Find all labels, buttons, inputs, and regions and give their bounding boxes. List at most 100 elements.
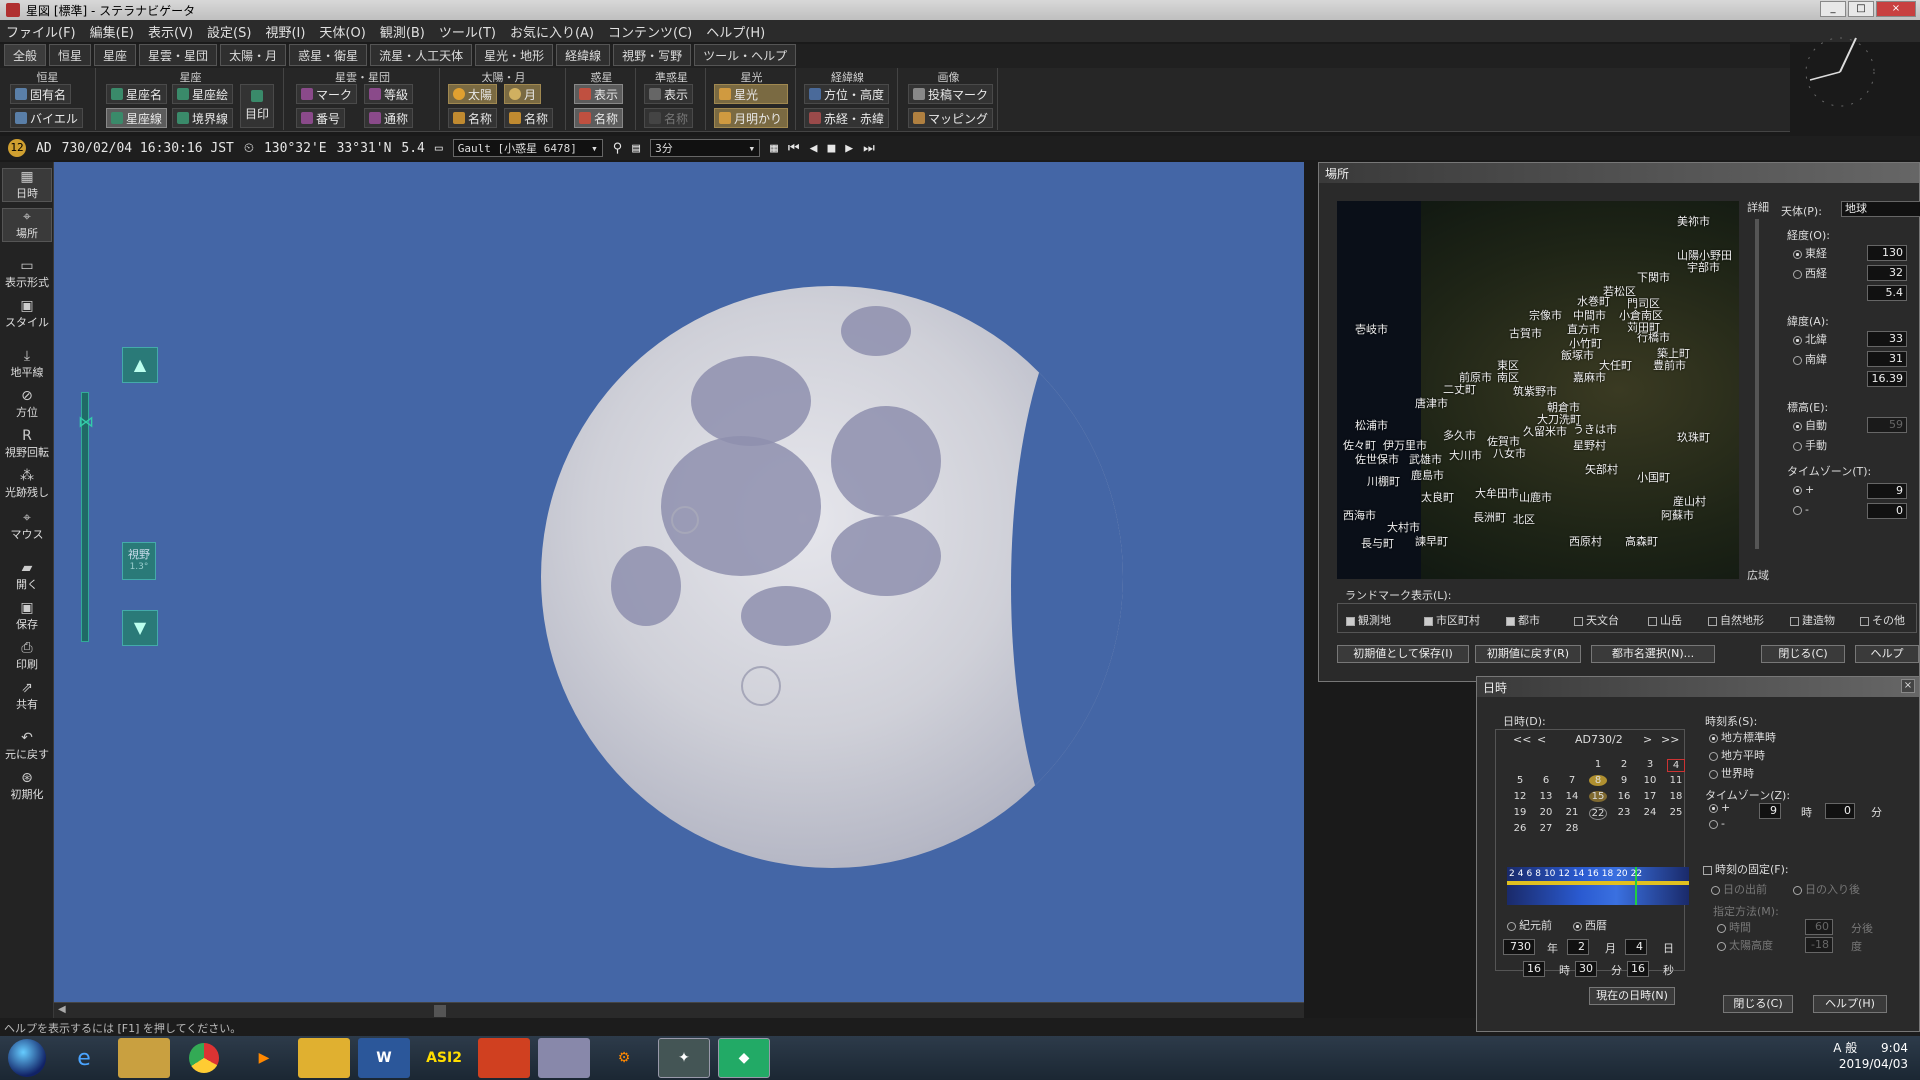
calendar-day[interactable]: 23 [1615, 807, 1633, 818]
tab-constellations[interactable]: 星座 [94, 44, 137, 66]
tsys-mean-radio[interactable]: 地方平時 [1709, 747, 1765, 763]
constellation-boundary-button[interactable]: 境界線 [172, 108, 234, 128]
location-tool-button[interactable]: ⌖ 場所 [2, 208, 52, 242]
zoom-slider-handle[interactable]: ⋈ [66, 412, 106, 432]
calendar-day[interactable]: 1 [1589, 759, 1607, 770]
tab-meteors[interactable]: 流星・人工天体 [370, 44, 473, 66]
sunrise-radio[interactable]: 日の出前 [1711, 881, 1767, 897]
method-altitude-input[interactable]: -18 [1805, 937, 1833, 953]
mail-icon[interactable] [298, 1038, 350, 1078]
list-icon[interactable]: ▤ [632, 141, 640, 156]
mouse-button[interactable]: ⌖ マウス [2, 510, 52, 542]
calendar-day-moonphase[interactable]: 22 [1589, 807, 1607, 820]
calendar-day-selected[interactable]: 4 [1667, 759, 1685, 772]
post-mark-button[interactable]: 投稿マーク [908, 84, 994, 104]
landmark-city-checkbox[interactable]: 都市 [1506, 612, 1540, 628]
scroll-left-icon[interactable]: ◀ [58, 1004, 66, 1015]
share-button[interactable]: ⇗ 共有 [2, 680, 52, 712]
zoom-out-button[interactable]: ▼ [122, 610, 158, 646]
altitude-input[interactable]: 59 [1867, 417, 1907, 433]
star-proper-name-button[interactable]: 固有名 [10, 84, 72, 104]
calendar-day[interactable]: 6 [1537, 775, 1555, 786]
stop-icon[interactable]: ■ [827, 141, 835, 156]
latitude-degree-input[interactable]: 33 [1867, 331, 1907, 347]
object-search-combo[interactable]: Gault [小惑星 6478] ▾ [452, 139, 603, 157]
calendar-day[interactable]: 3 [1641, 759, 1659, 770]
trail-button[interactable]: ⁂ 光跡残し [2, 468, 52, 500]
calendar-day[interactable]: 28 [1563, 823, 1581, 834]
asi2-icon[interactable]: ASI2 [418, 1038, 470, 1078]
nebula-common-name-button[interactable]: 通称 [364, 108, 414, 128]
scroll-thumb[interactable] [434, 1005, 446, 1017]
nebula-magnitude-button[interactable]: 等級 [364, 84, 414, 104]
calendar-day[interactable]: 17 [1641, 791, 1659, 802]
prev-month-button[interactable]: < [1537, 733, 1546, 746]
landmark-observatory-checkbox[interactable]: 天文台 [1574, 612, 1619, 628]
restore-default-button[interactable]: 初期値に戻す(R) [1475, 645, 1581, 663]
sunset-radio[interactable]: 日の入り後 [1793, 881, 1860, 897]
latitude-second-input[interactable]: 16.39 [1867, 371, 1907, 387]
menu-help[interactable]: ヘルプ(H) [706, 22, 765, 41]
star-bayer-button[interactable]: バイエル [10, 108, 83, 128]
calendar-day[interactable]: 10 [1641, 775, 1659, 786]
tz-plus-radio[interactable]: + [1793, 483, 1814, 496]
method-time-input[interactable]: 60 [1805, 919, 1833, 935]
constellation-lines-button[interactable]: 星座線 [106, 108, 168, 128]
map-zoom-slider[interactable] [1755, 219, 1759, 549]
menu-object[interactable]: 天体(O) [319, 22, 365, 41]
search-icon[interactable]: ⚲ [613, 141, 623, 156]
undo-button[interactable]: ↶ 元に戻す [2, 730, 52, 762]
longitude-degree-input[interactable]: 130 [1867, 245, 1907, 261]
skip-back-icon[interactable]: ⏮ [788, 141, 800, 156]
calendar-day[interactable]: 11 [1667, 775, 1685, 786]
constellation-art-button[interactable]: 星座絵 [172, 84, 234, 104]
tab-general[interactable]: 全般 [4, 44, 47, 66]
moon-image[interactable] [541, 286, 1123, 868]
calendar-day[interactable]: 25 [1667, 807, 1685, 818]
calculator-icon[interactable] [538, 1038, 590, 1078]
location-help-button[interactable]: ヘルプ [1855, 645, 1919, 663]
step-back-icon[interactable]: ◀ [810, 141, 818, 156]
save-button[interactable]: ▣ 保存 [2, 600, 52, 632]
landmark-button[interactable]: 目印 [240, 84, 275, 128]
year-input[interactable]: 730 [1503, 939, 1535, 955]
menu-edit[interactable]: 編集(E) [90, 22, 134, 41]
fix-time-checkbox[interactable]: 時刻の固定(F): [1703, 861, 1789, 877]
chrome-icon[interactable] [178, 1038, 230, 1078]
dt-tz-hour-input[interactable]: 9 [1759, 803, 1781, 819]
calendar-day[interactable]: 2 [1615, 759, 1633, 770]
minimize-button[interactable]: _ [1820, 1, 1846, 17]
ad-radio[interactable]: 西暦 [1573, 917, 1607, 933]
direction-button[interactable]: ⊘ 方位 [2, 388, 52, 420]
datetime-help-button[interactable]: ヘルプ(H) [1813, 995, 1887, 1013]
tool-icon[interactable]: ⚙ [598, 1038, 650, 1078]
menu-settings[interactable]: 設定(S) [207, 22, 251, 41]
view-field-indicator[interactable]: 視野 1.3° [122, 542, 156, 580]
keyboard-icon[interactable]: ▭ [435, 141, 443, 156]
nebula-mark-button[interactable]: マーク [296, 84, 358, 104]
print-button[interactable]: ⎙ 印刷 [2, 640, 52, 672]
now-button[interactable]: 現在の日時(N) [1589, 987, 1675, 1005]
longitude-second-input[interactable]: 5.4 [1867, 285, 1907, 301]
landmark-observation-checkbox[interactable]: 観測地 [1346, 612, 1391, 628]
calendar-day-fullmoon[interactable]: 8 [1589, 775, 1607, 786]
south-radio[interactable]: 南緯 [1793, 351, 1827, 367]
tab-starlight[interactable]: 星光・地形 [475, 44, 554, 66]
calendar-day[interactable]: 27 [1537, 823, 1555, 834]
tsys-universal-radio[interactable]: 世界時 [1709, 765, 1754, 781]
ime-indicator[interactable]: A 般 [1833, 1041, 1857, 1055]
altitude-auto-radio[interactable]: 自動 [1793, 417, 1827, 433]
calendar-day[interactable]: 20 [1537, 807, 1555, 818]
dwarf-show-button[interactable]: 表示 [644, 84, 694, 104]
office-icon[interactable] [478, 1038, 530, 1078]
second-input[interactable]: 16 [1627, 961, 1649, 977]
display-format-button[interactable]: ▭ 表示形式 [2, 258, 52, 290]
open-button[interactable]: ▰ 開く [2, 560, 52, 592]
dt-tz-plus-radio[interactable]: + [1709, 801, 1730, 814]
minute-input[interactable]: 30 [1575, 961, 1597, 977]
day-input[interactable]: 4 [1625, 939, 1647, 955]
latitude-minute-input[interactable]: 31 [1867, 351, 1907, 367]
view-rotation-button[interactable]: R 視野回転 [2, 428, 52, 460]
west-radio[interactable]: 西経 [1793, 265, 1827, 281]
calendar-day[interactable]: 5 [1511, 775, 1529, 786]
